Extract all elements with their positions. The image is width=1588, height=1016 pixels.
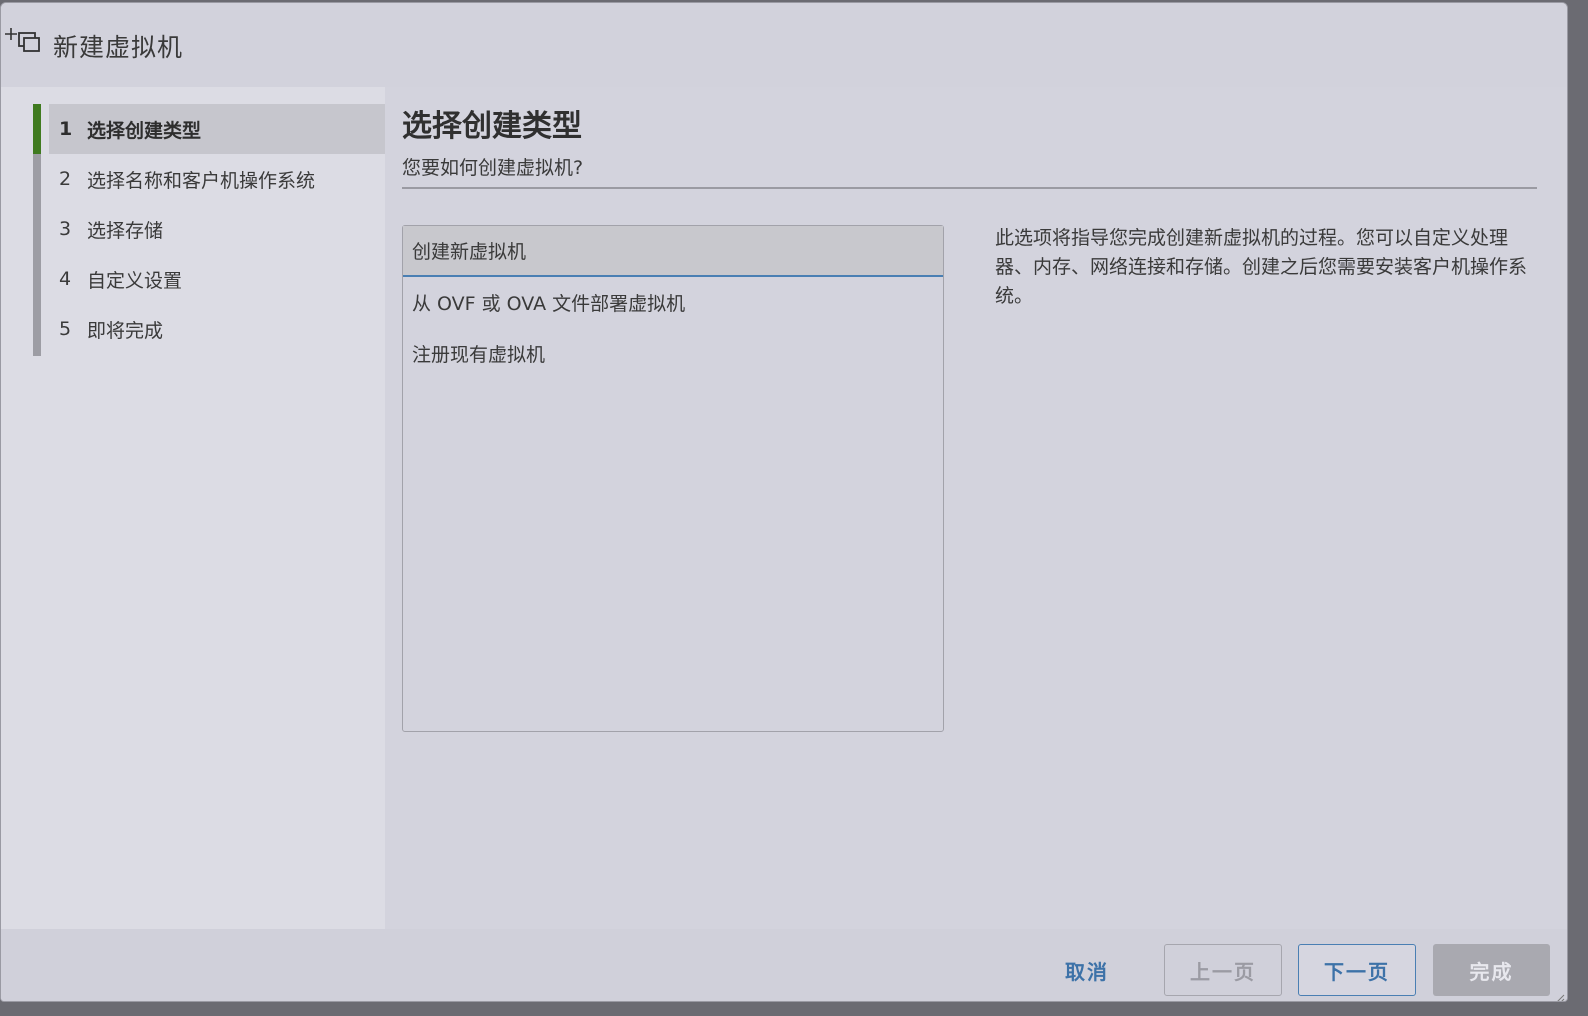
step-label: 选择创建类型 [87, 119, 202, 142]
option-description: 此选项将指导您完成创建新虚拟机的过程。您可以自定义处理器、内存、网络连接和存储。… [995, 227, 1528, 307]
step-label: 选择名称和客户机操作系统 [87, 169, 316, 192]
step-select-creation-type[interactable]: 1 选择创建类型 [49, 104, 385, 154]
cancel-button[interactable]: 取消 [1041, 944, 1133, 996]
page-title: 选择创建类型 [402, 109, 582, 144]
option-register-existing-vm[interactable]: 注册现有虚拟机 [403, 328, 943, 379]
step-label: 选择存储 [87, 219, 164, 242]
wizard-steps-sidebar: 1 选择创建类型 2 选择名称和客户机操作系统 3 选择存储 4 自定义设置 5… [1, 87, 385, 929]
previous-page-button[interactable]: 上一页 [1164, 944, 1282, 996]
step-number: 4 [59, 268, 72, 290]
step-label: 即将完成 [87, 319, 164, 342]
option-deploy-from-ovf-ova[interactable]: 从 OVF 或 OVA 文件部署虚拟机 [403, 277, 943, 328]
page-subtitle: 您要如何创建虚拟机? [402, 157, 584, 179]
wizard-content: 选择创建类型 您要如何创建虚拟机? 创建新虚拟机 从 OVF 或 OVA 文件部… [385, 87, 1567, 929]
new-vm-dialog: 新建虚拟机 1 选择创建类型 2 选择名称和客户机操作系统 3 选择存储 4 自… [0, 2, 1568, 1002]
step-progress-track [33, 104, 41, 356]
finish-button[interactable]: 完成 [1433, 944, 1550, 996]
resize-grip-icon[interactable] [1553, 989, 1565, 1001]
step-select-storage[interactable]: 3 选择存储 [49, 204, 385, 254]
step-number: 5 [59, 318, 72, 340]
step-label: 自定义设置 [87, 269, 183, 292]
step-number: 3 [59, 218, 72, 240]
creation-type-list[interactable]: 创建新虚拟机 从 OVF 或 OVA 文件部署虚拟机 注册现有虚拟机 [402, 225, 944, 732]
option-create-new-vm[interactable]: 创建新虚拟机 [403, 226, 943, 277]
dialog-title: 新建虚拟机 [53, 33, 184, 62]
dialog-titlebar: 新建虚拟机 [1, 3, 1567, 87]
step-number: 1 [59, 118, 73, 140]
step-customize-settings[interactable]: 4 自定义设置 [49, 254, 385, 304]
step-select-name-and-guest-os[interactable]: 2 选择名称和客户机操作系统 [49, 154, 385, 204]
header-divider [402, 187, 1537, 189]
dialog-footer: 取消 上一页 下一页 完成 [1, 929, 1567, 1001]
active-step-indicator [33, 104, 41, 154]
next-page-button[interactable]: 下一页 [1298, 944, 1416, 996]
step-ready-to-complete[interactable]: 5 即将完成 [49, 304, 385, 354]
new-vm-icon [4, 27, 40, 55]
step-number: 2 [59, 168, 72, 190]
